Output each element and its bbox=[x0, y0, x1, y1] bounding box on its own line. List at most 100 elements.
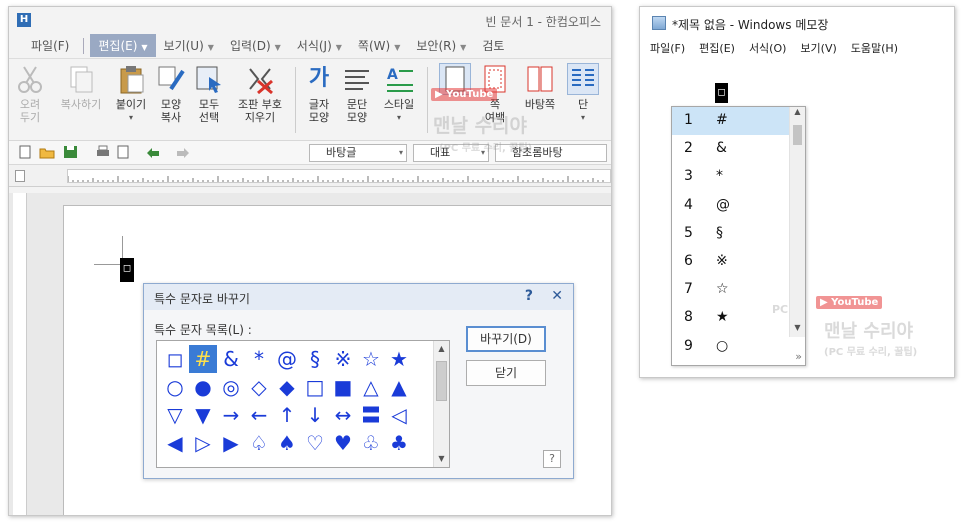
symbol-grid[interactable]: ◻ # & * @ § ※ ☆ ★ ○ ● ◎ ◇ ◆ □ ■ △ ▲ ▽ ▼ → ← ↑ ↓ ↔ 〓 ◁ ◀ ▷ ▶ ♤ ♠ ♡ ♥ ♧ ♣ ▲ ▼ bbox=[156, 340, 450, 468]
symbol-cell[interactable]: ▶ bbox=[217, 429, 245, 457]
symbol-cell[interactable]: ▷ bbox=[189, 429, 217, 457]
ime-expand-icon[interactable]: » bbox=[795, 350, 802, 363]
copy-button[interactable]: 복사하기 bbox=[53, 63, 109, 111]
symbol-cell[interactable]: & bbox=[217, 345, 245, 373]
ime-candidate[interactable]: 5 § bbox=[672, 220, 789, 248]
clear-format-button[interactable]: 조판 부호 지우기 bbox=[231, 63, 289, 124]
replace-button[interactable]: 바꾸기(D) bbox=[466, 326, 546, 352]
style-dropdown-icon[interactable]: ▾ bbox=[379, 111, 419, 124]
print-icon[interactable] bbox=[95, 145, 111, 159]
symbol-cell[interactable]: ※ bbox=[329, 345, 357, 373]
notepad-menu-item[interactable]: 편집(E) bbox=[699, 40, 735, 56]
cut-button[interactable]: 오려 두기 bbox=[13, 63, 47, 124]
vertical-ruler[interactable] bbox=[13, 193, 27, 515]
para-shape-button[interactable]: 문단 모양 bbox=[341, 63, 373, 124]
symbol-cell[interactable]: # bbox=[189, 345, 217, 373]
ime-candidate[interactable]: 6 ※ bbox=[672, 248, 789, 276]
symbol-cell[interactable]: ▲ bbox=[385, 373, 413, 401]
ime-candidate-list[interactable]: 1 #2 & 3 * 4 @5 § 6 ※ 7 ☆ 8 ★ 9 ○ ▲ ▼ » bbox=[671, 106, 806, 366]
ime-candidate[interactable]: 3 * bbox=[672, 163, 789, 191]
menu-item[interactable]: 보기(U) ▼ bbox=[156, 34, 222, 57]
symbol-cell[interactable]: ☆ bbox=[357, 345, 385, 373]
preview-icon[interactable] bbox=[115, 145, 131, 159]
help-icon[interactable]: ? bbox=[525, 288, 533, 304]
ime-candidate[interactable]: 4 @ bbox=[672, 192, 789, 220]
ime-candidate[interactable]: 2 & bbox=[672, 135, 789, 163]
symbol-cell[interactable]: ♧ bbox=[357, 429, 385, 457]
notepad-menu-item[interactable]: 도움말(H) bbox=[851, 40, 898, 56]
symbol-cell[interactable]: ◁ bbox=[385, 401, 413, 429]
open-folder-icon[interactable] bbox=[39, 145, 55, 159]
dialog-close-button[interactable]: 닫기 bbox=[466, 360, 546, 386]
paste-dropdown-icon[interactable]: ▾ bbox=[113, 111, 149, 124]
notepad-menu-item[interactable]: 파일(F) bbox=[650, 40, 685, 56]
symbol-cell[interactable]: ← bbox=[245, 401, 273, 429]
symbol-cell[interactable]: ◇ bbox=[245, 373, 273, 401]
tab-stop-icon[interactable] bbox=[15, 170, 25, 182]
symbol-cell[interactable]: ● bbox=[189, 373, 217, 401]
symbol-cell[interactable]: 〓 bbox=[357, 401, 385, 429]
format-copy-button[interactable]: 모양 복사 bbox=[155, 63, 187, 124]
new-doc-icon[interactable] bbox=[17, 145, 33, 159]
scroll-up-icon[interactable]: ▲ bbox=[434, 341, 449, 357]
symbol-cell[interactable]: ♤ bbox=[245, 429, 273, 457]
save-icon[interactable] bbox=[63, 145, 79, 159]
chevron-down-icon: ▼ bbox=[460, 43, 467, 52]
ime-candidate[interactable]: 9 ○ bbox=[672, 333, 789, 361]
style-combo[interactable]: 바탕글 ▾ bbox=[309, 144, 407, 162]
ime-candidate[interactable]: 1 # bbox=[672, 107, 789, 136]
style-button[interactable]: A 스타일 ▾ bbox=[379, 63, 419, 124]
symbol-cell[interactable]: ◎ bbox=[217, 373, 245, 401]
close-icon[interactable]: ✕ bbox=[551, 288, 563, 304]
notepad-menu-item[interactable]: 서식(O) bbox=[749, 40, 786, 56]
paste-button[interactable]: 붙이기 ▾ bbox=[113, 63, 149, 124]
symbol-cell[interactable]: ◻ bbox=[161, 345, 189, 373]
scroll-down-icon[interactable]: ▼ bbox=[790, 323, 805, 337]
scroll-thumb[interactable] bbox=[793, 125, 802, 145]
column-dropdown-icon[interactable]: ▾ bbox=[565, 111, 601, 124]
symbol-cell[interactable]: ↑ bbox=[273, 401, 301, 429]
redo-icon[interactable] bbox=[175, 145, 191, 159]
symbol-cell[interactable]: ♣ bbox=[385, 429, 413, 457]
symbol-cell[interactable]: △ bbox=[357, 373, 385, 401]
symbol-cell[interactable]: § bbox=[301, 345, 329, 373]
menu-item[interactable]: 입력(D) ▼ bbox=[222, 34, 289, 57]
horizontal-ruler[interactable] bbox=[9, 165, 611, 187]
symbol-cell[interactable]: ○ bbox=[161, 373, 189, 401]
symbol-cell[interactable]: ↔ bbox=[329, 401, 357, 429]
symbol-grid-scrollbar[interactable]: ▲ ▼ bbox=[433, 341, 449, 467]
scroll-thumb[interactable] bbox=[436, 361, 447, 401]
ime-scrollbar[interactable]: ▲ ▼ bbox=[789, 107, 805, 337]
char-shape-button[interactable]: 가 글자 모양 bbox=[303, 63, 335, 124]
symbol-cell[interactable]: □ bbox=[301, 373, 329, 401]
scroll-up-icon[interactable]: ▲ bbox=[790, 107, 805, 121]
symbol-cell[interactable]: ▽ bbox=[161, 401, 189, 429]
symbol-cell[interactable]: ◀ bbox=[161, 429, 189, 457]
notepad-text-area[interactable]: ◻ 1 #2 & 3 * 4 @5 § 6 ※ 7 ☆ 8 ★ 9 ○ ▲ ▼ » ▶ YouTube PC … bbox=[640, 59, 954, 377]
select-all-button[interactable]: 모두 선택 bbox=[193, 63, 225, 124]
symbol-cell[interactable]: ♡ bbox=[301, 429, 329, 457]
symbol-cell[interactable]: ■ bbox=[329, 373, 357, 401]
symbol-cell[interactable]: → bbox=[217, 401, 245, 429]
symbol-cell[interactable]: ♠ bbox=[273, 429, 301, 457]
page-bg-button[interactable]: 바탕쪽 bbox=[519, 63, 561, 111]
undo-icon[interactable] bbox=[145, 145, 161, 159]
menu-item[interactable]: 쪽(W) ▼ bbox=[350, 34, 408, 57]
menu-item[interactable]: 검토 bbox=[474, 34, 512, 57]
menu-item[interactable]: 편집(E) ▼ bbox=[90, 34, 156, 57]
column-button[interactable]: 단 ▾ bbox=[565, 63, 601, 124]
symbol-cell[interactable]: ♥ bbox=[329, 429, 357, 457]
symbol-cell[interactable]: ◆ bbox=[273, 373, 301, 401]
symbol-cell[interactable]: ▼ bbox=[189, 401, 217, 429]
scroll-down-icon[interactable]: ▼ bbox=[434, 451, 449, 467]
symbol-cell[interactable]: @ bbox=[273, 345, 301, 373]
help-icon[interactable]: ? bbox=[543, 450, 561, 468]
ime-candidate[interactable]: 7 ☆ bbox=[672, 276, 789, 304]
symbol-cell[interactable]: ↓ bbox=[301, 401, 329, 429]
symbol-cell[interactable]: * bbox=[245, 345, 273, 373]
notepad-menu-item[interactable]: 보기(V) bbox=[800, 40, 836, 56]
symbol-cell[interactable]: ★ bbox=[385, 345, 413, 373]
menu-item[interactable]: 파일(F) bbox=[23, 34, 77, 57]
menu-item[interactable]: 서식(J) ▼ bbox=[289, 34, 350, 57]
menu-item[interactable]: 보안(R) ▼ bbox=[408, 34, 474, 57]
